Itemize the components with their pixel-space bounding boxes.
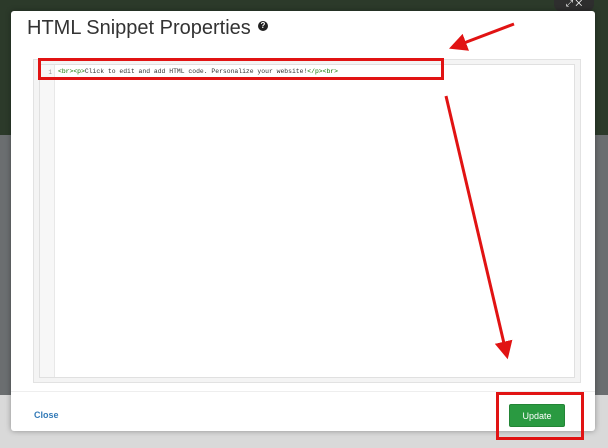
annotation-arrow-to-code: [448, 22, 515, 51]
annotation-arrow-to-update: [444, 95, 513, 360]
annotation-arrows: [444, 22, 515, 360]
